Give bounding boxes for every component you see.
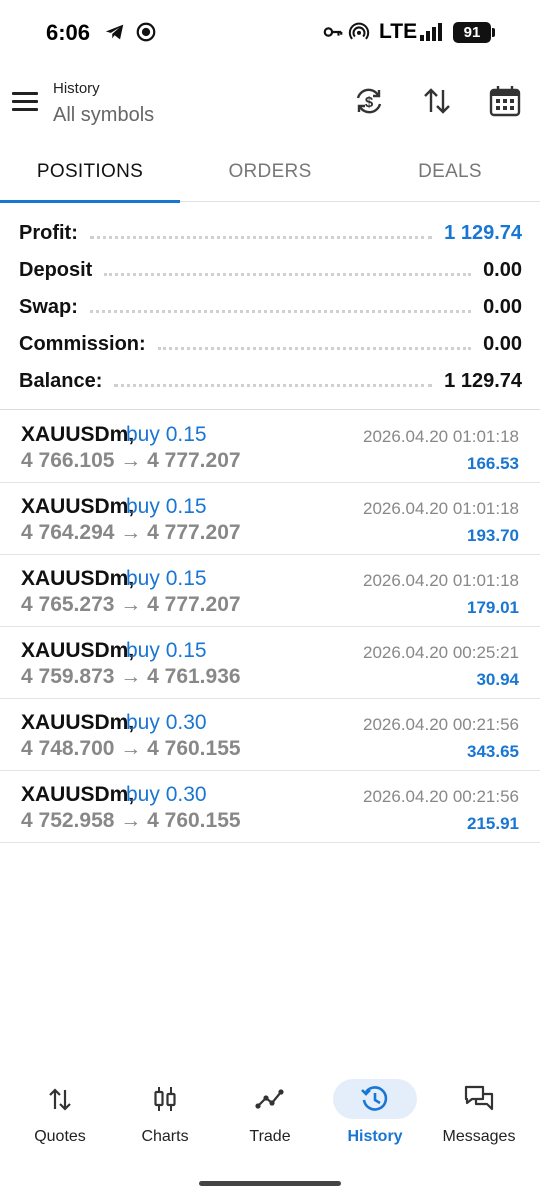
nav-label: Charts xyxy=(141,1128,189,1145)
calendar-icon[interactable] xyxy=(488,84,522,118)
history-icon xyxy=(361,1086,388,1111)
deal-prices: 4 752.958 → 4 760.155 xyxy=(21,809,241,832)
nav-trade[interactable]: Trade xyxy=(216,1072,324,1156)
charts-icon xyxy=(154,1087,176,1111)
deal-prices: 4 748.700 → 4 760.155 xyxy=(21,737,241,760)
deal-time: 2026.04.20 00:21:56 xyxy=(363,787,519,806)
summary-row-commission: Commission: 0.00 xyxy=(19,330,522,358)
deal-type: buy 0.15 xyxy=(126,495,207,518)
deal-type: buy 0.30 xyxy=(126,711,207,734)
trade-icon xyxy=(255,1089,284,1109)
deal-time: 2026.04.20 00:21:56 xyxy=(363,715,519,734)
summary-row-swap: Swap: 0.00 xyxy=(19,293,522,321)
deal-symbol: XAUUSDm, xyxy=(21,783,135,806)
deal-row[interactable]: XAUUSDm, buy 0.15 2026.04.20 01:01:18 4 … xyxy=(0,483,540,555)
deal-profit: 30.94 xyxy=(476,670,519,689)
nav-label: Quotes xyxy=(34,1128,86,1145)
deal-time: 2026.04.20 00:25:21 xyxy=(363,643,519,662)
nav-history[interactable]: History xyxy=(321,1072,429,1156)
battery-icon: 91 xyxy=(453,22,495,43)
deal-symbol: XAUUSDm, xyxy=(21,423,135,446)
nav-label: Messages xyxy=(442,1128,516,1145)
deal-row[interactable]: XAUUSDm, buy 0.15 2026.04.20 01:01:18 4 … xyxy=(0,411,540,483)
hotspot-icon xyxy=(348,22,370,40)
deal-prices: 4 764.294 → 4 777.207 xyxy=(21,521,241,544)
deal-symbol: XAUUSDm, xyxy=(21,711,135,734)
page-title: History xyxy=(53,80,100,97)
tab-deals[interactable]: DEALS xyxy=(360,140,540,202)
deal-row[interactable]: XAUUSDm, buy 0.15 2026.04.20 00:25:21 4 … xyxy=(0,627,540,699)
deal-profit: 179.01 xyxy=(467,598,519,617)
deal-prices: 4 765.273 → 4 777.207 xyxy=(21,593,241,616)
menu-icon[interactable] xyxy=(12,86,42,116)
profit-label: Profit: xyxy=(19,221,78,244)
commission-value: 0.00 xyxy=(483,332,522,355)
deal-profit: 343.65 xyxy=(467,742,519,761)
status-bar: 6:06 LTE 91 xyxy=(0,0,540,66)
tab-orders[interactable]: ORDERS xyxy=(180,140,360,202)
deposit-label: Deposit xyxy=(19,258,93,281)
deal-type: buy 0.30 xyxy=(126,783,207,806)
deal-row[interactable]: XAUUSDm, buy 0.15 2026.04.20 01:01:18 4 … xyxy=(0,555,540,627)
nav-charts[interactable]: Charts xyxy=(111,1072,219,1156)
deal-time: 2026.04.20 01:01:18 xyxy=(363,499,519,518)
deposit-value: 0.00 xyxy=(483,258,522,281)
nav-messages[interactable]: Messages xyxy=(425,1072,533,1156)
deal-row[interactable]: XAUUSDm, buy 0.30 2026.04.20 00:21:56 4 … xyxy=(0,771,540,843)
home-indicator[interactable] xyxy=(199,1181,341,1186)
deal-profit: 215.91 xyxy=(467,814,519,833)
deal-row[interactable]: XAUUSDm, buy 0.30 2026.04.20 00:21:56 4 … xyxy=(0,699,540,771)
svg-text:$: $ xyxy=(365,94,374,111)
quotes-icon xyxy=(49,1088,71,1111)
symbol-filter[interactable]: All symbols xyxy=(53,104,154,127)
swap-label: Swap: xyxy=(19,295,78,318)
status-time: 6:06 xyxy=(46,20,91,45)
nav-label: Trade xyxy=(249,1128,291,1145)
dotted-leader xyxy=(89,309,472,313)
deal-type: buy 0.15 xyxy=(126,423,207,446)
deal-type: buy 0.15 xyxy=(126,639,207,662)
telegram-icon xyxy=(105,24,124,40)
dotted-leader xyxy=(89,235,433,239)
signal-icon xyxy=(420,23,442,41)
commission-label: Commission: xyxy=(19,332,146,355)
record-icon xyxy=(136,22,156,42)
deal-time: 2026.04.20 01:01:18 xyxy=(363,571,519,590)
history-tabs: POSITIONS ORDERS DEALS xyxy=(0,140,540,203)
summary-row-deposit: Deposit 0.00 xyxy=(19,256,522,284)
nav-quotes[interactable]: Quotes xyxy=(6,1072,114,1156)
deal-profit: 166.53 xyxy=(467,454,519,473)
profit-value: 1 129.74 xyxy=(444,221,522,244)
dotted-leader xyxy=(104,272,472,276)
sort-icon[interactable] xyxy=(420,84,454,118)
summary-panel: Profit: 1 129.74 Deposit 0.00 Swap: 0.00… xyxy=(0,214,540,410)
summary-row-balance: Balance: 1 129.74 xyxy=(19,367,522,395)
deal-symbol: XAUUSDm, xyxy=(21,639,135,662)
tab-positions[interactable]: POSITIONS xyxy=(0,140,180,203)
network-type: LTE xyxy=(379,20,418,43)
app-header: History All symbols $ xyxy=(0,66,540,140)
nav-label: History xyxy=(347,1128,403,1145)
summary-row-profit: Profit: 1 129.74 xyxy=(19,219,522,247)
currency-exchange-icon[interactable]: $ xyxy=(352,84,386,118)
balance-label: Balance: xyxy=(19,369,103,392)
deal-profit: 193.70 xyxy=(467,526,519,545)
dotted-leader xyxy=(114,383,433,387)
messages-icon xyxy=(464,1085,494,1111)
deal-prices: 4 759.873 → 4 761.936 xyxy=(21,665,241,688)
deal-symbol: XAUUSDm, xyxy=(21,495,135,518)
deal-symbol: XAUUSDm, xyxy=(21,567,135,590)
vpn-key-icon xyxy=(323,27,343,37)
bottom-nav: Quotes Charts Trade History Messages xyxy=(0,1072,540,1162)
deal-prices: 4 766.105 → 4 777.207 xyxy=(21,449,241,472)
dotted-leader xyxy=(157,346,472,350)
deal-time: 2026.04.20 01:01:18 xyxy=(363,427,519,446)
swap-value: 0.00 xyxy=(483,295,522,318)
deal-type: buy 0.15 xyxy=(126,567,207,590)
balance-value: 1 129.74 xyxy=(444,369,522,392)
